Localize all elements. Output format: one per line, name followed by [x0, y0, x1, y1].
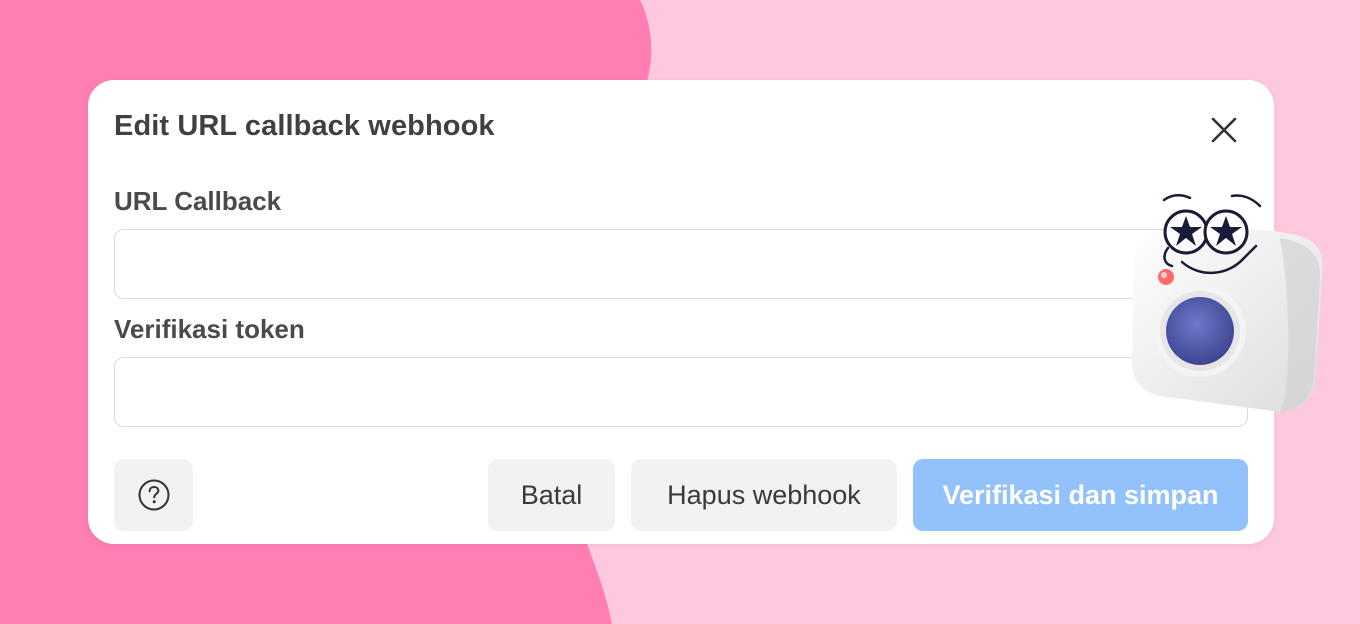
close-icon: [1211, 117, 1237, 143]
help-circle-icon: [138, 479, 169, 511]
verify-and-save-button[interactable]: Verifikasi dan simpan: [913, 459, 1248, 531]
edit-webhook-dialog: Edit URL callback webhook URL Callback V…: [88, 80, 1274, 544]
help-button[interactable]: [114, 459, 193, 531]
cancel-button[interactable]: Batal: [488, 459, 615, 531]
delete-webhook-button[interactable]: Hapus webhook: [631, 459, 897, 531]
verify-token-input[interactable]: [114, 357, 1248, 427]
close-button[interactable]: [1204, 110, 1244, 150]
page-background: Edit URL callback webhook URL Callback V…: [0, 0, 1360, 624]
camera-mascot-icon: [1132, 194, 1323, 412]
callback-url-label: URL Callback: [114, 186, 282, 216]
dialog-title: Edit URL callback webhook: [114, 110, 495, 142]
callback-url-input[interactable]: [114, 229, 1248, 299]
verify-token-label: Verifikasi token: [114, 314, 305, 344]
